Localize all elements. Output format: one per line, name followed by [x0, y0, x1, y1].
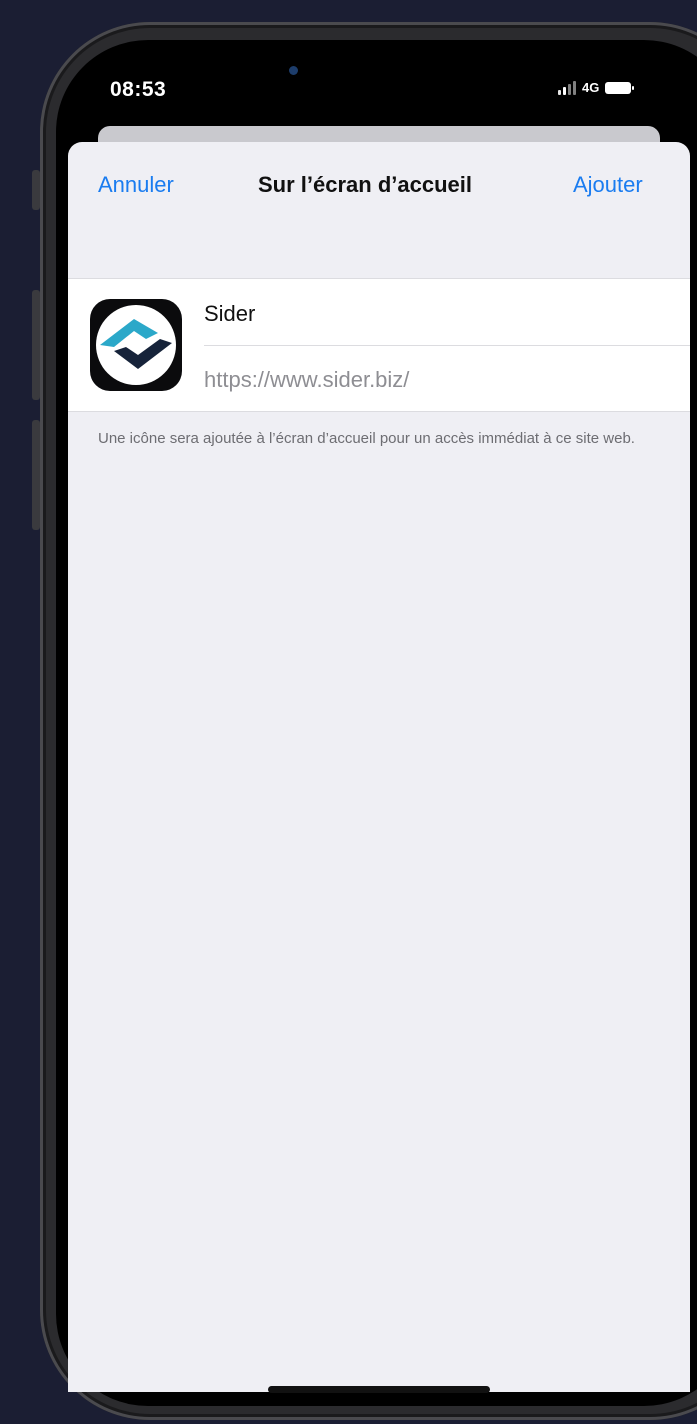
status-indicators: 4G	[558, 80, 635, 95]
sider-app-icon	[90, 299, 182, 391]
signal-icon	[558, 80, 576, 95]
add-to-home-sheet: Annuler Sur l’écran d’accueil Ajouter Si…	[68, 142, 690, 1392]
shortcut-url: https://www.sider.biz/	[204, 367, 410, 392]
battery-icon	[605, 81, 635, 94]
sheet-title: Sur l’écran d’accueil	[258, 172, 472, 197]
add-button[interactable]: Ajouter	[573, 172, 643, 198]
cancel-button[interactable]: Annuler	[98, 172, 174, 198]
card-divider	[204, 345, 690, 346]
volume-down-button	[32, 420, 40, 530]
front-camera	[289, 66, 298, 75]
mute-switch	[32, 170, 40, 210]
shortcut-card: Sider https://www.sider.biz/	[68, 278, 690, 412]
home-indicator[interactable]	[268, 1386, 490, 1393]
shortcut-name-field[interactable]: Sider	[204, 301, 255, 327]
volume-up-button	[32, 290, 40, 400]
stage: 08:53 4G Annuler Sur l’écran d’accueil A…	[0, 0, 697, 1424]
status-time: 08:53	[110, 78, 167, 101]
network-type: 4G	[582, 80, 600, 95]
footnote-text: Une icône sera ajoutée à l’écran d’accue…	[98, 430, 635, 447]
